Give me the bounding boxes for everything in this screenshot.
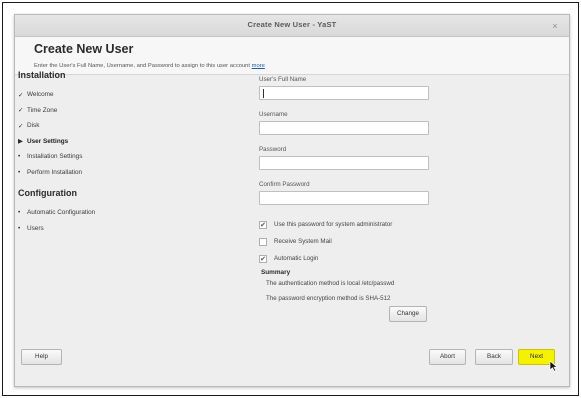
bullet-icon: • — [18, 168, 21, 176]
admin-password-checkbox[interactable]: ✔ — [259, 220, 267, 229]
abort-button[interactable]: Abort — [429, 349, 466, 365]
more-link[interactable]: more — [252, 63, 265, 69]
bullet-icon: • — [18, 209, 21, 217]
automatic-login-option[interactable]: ✔ Automatic Login — [259, 250, 439, 267]
summary-auth-method: The authentication method is local /etc/… — [266, 280, 395, 287]
sidebar-item-label: Automatic Configuration — [27, 209, 96, 217]
password-label: Password — [259, 146, 287, 153]
page-subtitle-text: Enter the User's Full Name, Username, an… — [34, 63, 251, 69]
sidebar-item-label: Perform Installation — [27, 168, 83, 176]
confirm-password-label: Confirm Password — [259, 181, 310, 188]
checkmark-icon: ✓ — [18, 107, 24, 115]
page-subtitle: Enter the User's Full Name, Username, an… — [34, 63, 265, 69]
sidebar-item-label: Users — [27, 224, 44, 232]
sidebar-item-user-settings: ▶ User Settings — [18, 134, 218, 150]
change-button[interactable]: Change — [389, 306, 427, 322]
sidebar-item-automatic-configuration: • Automatic Configuration — [18, 205, 218, 221]
full-name-label: User's Full Name — [259, 76, 307, 83]
current-step-arrow-icon: ▶ — [18, 138, 23, 146]
sidebar-section-configuration: Configuration — [18, 188, 77, 198]
sidebar-item-time-zone: ✓ Time Zone — [18, 103, 218, 119]
checkbox-label: Receive System Mail — [274, 238, 332, 245]
password-field[interactable] — [259, 156, 429, 170]
checkmark-icon: ✓ — [18, 91, 24, 99]
sidebar-item-label: User Settings — [27, 137, 69, 145]
sidebar-item-label: Welcome — [27, 91, 54, 99]
full-name-field[interactable] — [259, 86, 429, 100]
sidebar-item-disk: ✓ Disk — [18, 118, 218, 134]
sidebar-item-perform-installation: • Perform Installation — [18, 165, 218, 181]
username-label: Username — [259, 111, 288, 118]
bullet-icon: • — [18, 153, 21, 161]
username-field[interactable] — [259, 121, 429, 135]
sidebar-section-installation: Installation — [18, 70, 66, 80]
back-button[interactable]: Back — [475, 349, 513, 365]
checkbox-label: Use this password for system administrat… — [274, 221, 393, 228]
help-button[interactable]: Help — [21, 349, 62, 365]
confirm-password-field[interactable] — [259, 191, 429, 205]
receive-mail-checkbox[interactable] — [259, 237, 267, 246]
checkmark-icon: ✓ — [18, 122, 24, 130]
bullet-icon: • — [18, 224, 21, 232]
sidebar-item-users: • Users — [18, 221, 218, 237]
summary-title: Summary — [261, 269, 291, 276]
automatic-login-checkbox[interactable]: ✔ — [259, 254, 267, 263]
page-title: Create New User — [34, 42, 134, 56]
summary-panel: Summary The authentication method is loc… — [261, 269, 451, 310]
checkbox-label: Automatic Login — [274, 255, 319, 262]
window-titlebar[interactable]: Create New User - YaST × — [15, 15, 569, 37]
user-form: User's Full Name Username Password Confi… — [259, 76, 439, 267]
sidebar-item-installation-settings: • Installation Settings — [18, 149, 218, 165]
text-cursor — [263, 89, 264, 98]
mouse-pointer-icon — [549, 360, 559, 372]
close-icon[interactable]: × — [549, 20, 561, 32]
sidebar-item-label: Disk — [27, 122, 40, 130]
sidebar-item-label: Installation Settings — [27, 153, 83, 161]
window-title: Create New User - YaST — [247, 20, 337, 29]
receive-mail-option[interactable]: Receive System Mail — [259, 233, 439, 250]
steps-sidebar: Installation ✓ Welcome ✓ Time Zone ✓ Dis… — [18, 70, 218, 236]
sidebar-item-label: Time Zone — [27, 106, 58, 114]
admin-password-option[interactable]: ✔ Use this password for system administr… — [259, 216, 439, 233]
sidebar-item-welcome: ✓ Welcome — [18, 87, 218, 103]
